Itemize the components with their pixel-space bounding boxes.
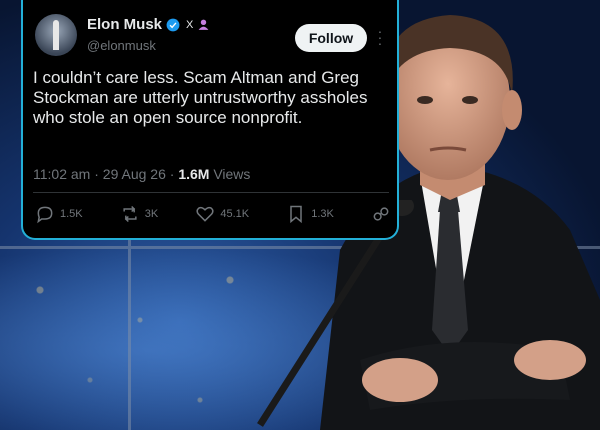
meta-separator: · [94,166,103,182]
like-count: 45.1K [220,208,250,220]
tweet-meta: 11:02 am · 29 Aug 26 · 1.6M Views [33,166,250,182]
bookmark-button[interactable]: 1.3K [286,204,334,224]
action-bar: 1.5K 3K 45.1K 1.3K [35,204,391,224]
tweet-date[interactable]: 29 Aug 26 [103,166,166,182]
bookmark-icon [290,205,302,224]
tweet-card[interactable]: Elon Musk X @elonmusk Follow · · · I could… [21,0,399,240]
share-icon [373,207,389,221]
handle[interactable]: @elonmusk [87,38,156,53]
verified-check-icon [166,18,180,31]
repost-count: 3K [144,208,159,220]
heart-icon [196,206,214,222]
divider [33,192,389,193]
more-options-icon[interactable]: · · · [377,24,383,50]
views-count: 1.6M [178,166,210,182]
meme-image: Elon Musk X @elonmusk Follow · · · I could… [0,0,600,430]
tweet-time[interactable]: 11:02 am [33,166,90,182]
tweet-text: I couldn’t care less. Scam Altman and Gr… [33,68,368,127]
like-button[interactable]: 45.1K [195,204,249,224]
display-name[interactable]: Elon Musk [87,16,162,33]
repost-icon [123,205,137,223]
bookmark-count: 1.3K [311,208,334,220]
follow-button[interactable]: Follow [295,24,367,52]
reply-button[interactable]: 1.5K [35,204,83,224]
rocket-icon [53,20,59,50]
repost-button[interactable]: 3K [120,204,158,224]
x-affiliation-badge: X [186,18,194,31]
views-label: Views [213,166,251,182]
share-button[interactable] [371,204,391,224]
person-badge-icon [198,19,209,30]
author-row: Elon Musk X [87,16,210,33]
reply-count: 1.5K [60,208,83,220]
reply-icon [37,206,53,224]
avatar[interactable] [35,14,77,56]
